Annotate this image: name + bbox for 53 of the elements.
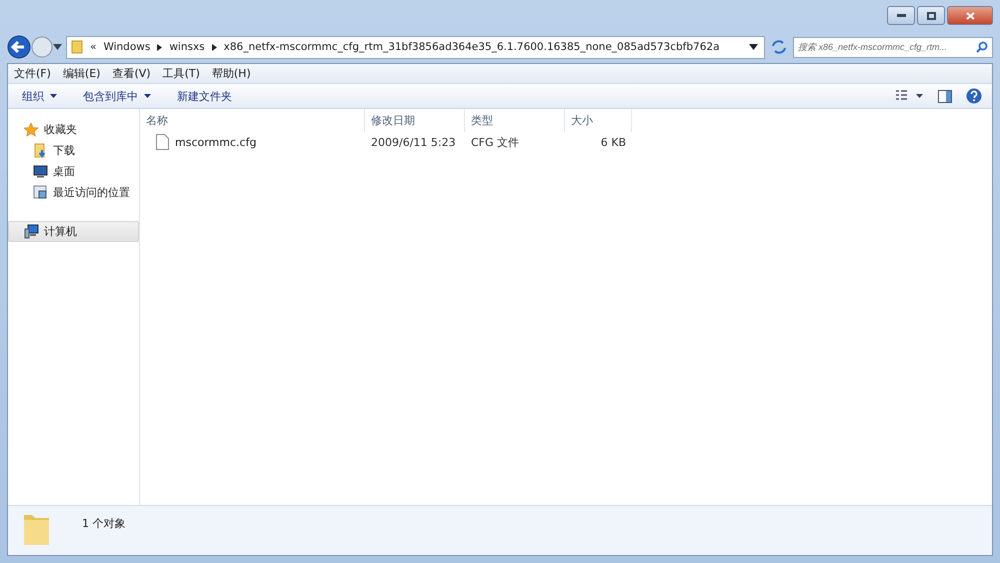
menu-item[interactable]: 查看(V) <box>106 66 157 81</box>
folder-icon <box>22 512 52 546</box>
desktop-icon <box>33 164 48 179</box>
caret-icon <box>50 94 57 98</box>
status-text: 1 个对象 <box>82 516 126 531</box>
column-header[interactable]: 修改日期 <box>365 109 465 132</box>
computer-icon <box>24 224 39 239</box>
toolbar-button[interactable]: 新建文件夹 <box>169 86 240 106</box>
maximize-button[interactable] <box>917 6 945 25</box>
overflow-marker[interactable]: « <box>90 41 96 53</box>
help-icon[interactable] <box>966 88 982 104</box>
caret-icon[interactable] <box>749 44 758 50</box>
file-name[interactable]: mscormmc.cfg <box>140 134 365 150</box>
sidebar-item[interactable]: 收藏夹 <box>8 119 139 140</box>
caret-icon[interactable] <box>53 44 62 50</box>
menu-item[interactable]: 文件(F) <box>8 66 57 81</box>
chevron-icon <box>212 44 217 50</box>
column-header[interactable]: 类型 <box>465 109 565 132</box>
preview-pane-icon[interactable] <box>938 90 952 102</box>
file-icon <box>156 134 169 150</box>
type-cell-text: CFG 文件 <box>470 134 520 150</box>
menu-item[interactable]: 编辑(E) <box>56 66 106 81</box>
search-icon[interactable] <box>976 41 988 53</box>
size-cell-text: 6 KB <box>600 136 627 148</box>
minimize-button[interactable] <box>887 6 915 25</box>
toolbar-button[interactable]: 组织 <box>14 86 65 106</box>
sidebar-item[interactable]: 最近访问的位置 <box>8 182 139 203</box>
toolbar-button[interactable]: 包含到库中 <box>75 86 159 106</box>
chevron-icon <box>157 44 162 50</box>
folder-icon <box>71 40 83 54</box>
download-icon <box>33 143 48 158</box>
menu-item[interactable]: 工具(T) <box>156 66 206 81</box>
maximize-icon <box>926 12 936 20</box>
sidebar-item[interactable]: 下载 <box>8 140 139 161</box>
recent-icon <box>33 185 48 200</box>
search-field[interactable]: 搜索 x86_netfx-mscormmc_cfg_rtm... <box>793 36 993 58</box>
sidebar-item[interactable]: 计算机 <box>8 221 139 242</box>
view-options-icon[interactable] <box>896 90 924 102</box>
back-icon[interactable] <box>7 35 31 59</box>
breadcrumb[interactable]: winsxs <box>169 41 205 53</box>
caret-icon <box>144 94 151 98</box>
sidebar-item[interactable]: 桌面 <box>8 161 139 182</box>
breadcrumb[interactable]: Windows <box>103 41 150 53</box>
menu-item[interactable]: 帮助(H) <box>206 66 257 81</box>
column-header[interactable]: 名称 <box>140 109 365 132</box>
breadcrumb[interactable]: x86_netfx-mscormmc_cfg_rtm_31bf3856ad364e35_6.1.7600.16385_none_085ad573cbfb762a <box>224 41 720 53</box>
minimize-icon <box>896 14 906 17</box>
address-bar[interactable]: « Windows winsxs x86_netfx-mscormmc_cfg_rtm_31bf3856ad364e35_6.1.7600.16385_none_085ad573cbfb762a <box>66 36 765 58</box>
close-button[interactable] <box>947 6 993 25</box>
column-header[interactable]: 大小 <box>565 109 632 132</box>
date-cell-text: 2009/6/11 5:23 <box>370 136 457 148</box>
star-icon <box>24 122 39 137</box>
close-icon <box>966 12 974 20</box>
